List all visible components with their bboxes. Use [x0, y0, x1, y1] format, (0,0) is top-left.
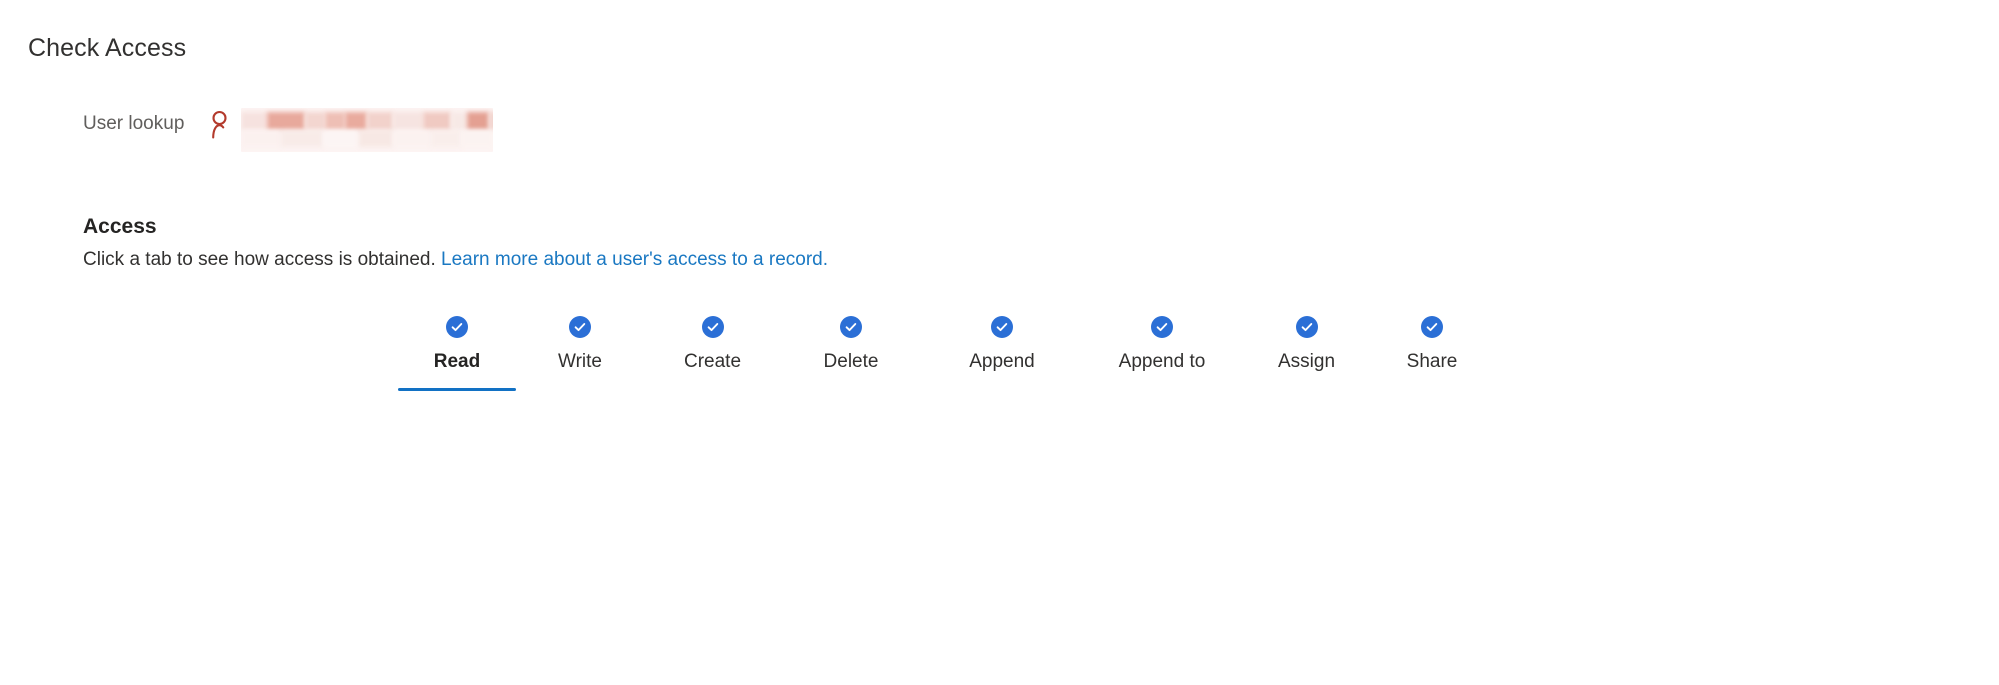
tab-active-indicator [398, 388, 516, 391]
tab-create[interactable]: Create [644, 316, 781, 391]
user-lookup-value-redacted [241, 108, 494, 152]
user-lookup-row: User lookup [83, 108, 494, 152]
tab-label: Share [1406, 351, 1458, 372]
tab-active-indicator [516, 388, 644, 391]
check-circle-icon [569, 316, 591, 338]
tab-active-indicator [644, 388, 781, 391]
page-title: Check Access [28, 34, 187, 62]
tab-label: Read [433, 351, 481, 372]
tab-write[interactable]: Write [516, 316, 644, 391]
check-circle-icon [1295, 316, 1318, 338]
tab-active-indicator [1241, 388, 1372, 391]
check-circle-icon [1421, 316, 1443, 338]
tab-assign[interactable]: Assign [1241, 316, 1372, 391]
access-tabs: Read Write Create Delete Append Append t… [398, 316, 1492, 391]
tab-active-indicator [781, 388, 921, 391]
access-section-heading: Access [83, 215, 157, 238]
tab-label: Append [969, 351, 1035, 372]
tab-append[interactable]: Append [921, 316, 1083, 391]
tab-label: Create [683, 351, 742, 372]
person-search-icon [208, 110, 232, 140]
check-circle-icon [840, 316, 862, 338]
tab-label: Write [558, 351, 602, 372]
tab-label: Append to [1118, 351, 1206, 372]
tab-label: Assign [1277, 351, 1336, 372]
user-lookup-field[interactable] [208, 108, 494, 154]
check-circle-icon [991, 316, 1013, 338]
access-description-text: Click a tab to see how access is obtaine… [83, 249, 442, 270]
user-lookup-label: User lookup [83, 113, 185, 134]
tab-append-to[interactable]: Append to [1083, 316, 1241, 391]
tab-share[interactable]: Share [1372, 316, 1492, 391]
check-access-panel: Check Access User lookup Access Click a … [0, 0, 1999, 685]
tab-label: Delete [823, 351, 879, 372]
check-circle-icon [1151, 316, 1173, 338]
tab-active-indicator [1083, 388, 1241, 391]
check-circle-icon [701, 316, 724, 338]
tab-active-indicator [1372, 388, 1492, 391]
tab-read[interactable]: Read [398, 316, 516, 391]
learn-more-link[interactable]: Learn more about a user's access to a re… [441, 249, 828, 270]
tab-delete[interactable]: Delete [781, 316, 921, 391]
access-section-description: Click a tab to see how access is obtaine… [83, 247, 828, 273]
check-circle-icon [446, 316, 468, 338]
tab-active-indicator [921, 388, 1083, 391]
